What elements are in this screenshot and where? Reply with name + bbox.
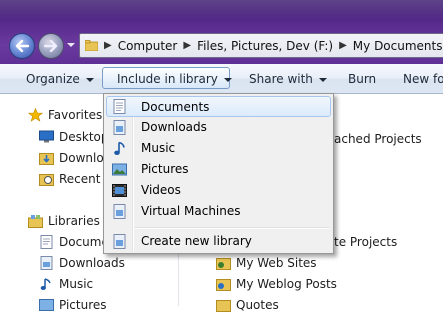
menu-item-documents-label: Documents xyxy=(141,100,210,114)
star-icon xyxy=(28,108,43,122)
new-folder-button[interactable]: New fo xyxy=(403,70,443,88)
nav-downloads-label: Downlo xyxy=(59,151,104,165)
recent-places-icon xyxy=(39,174,54,186)
breadcrumb-my-documents[interactable]: My Documents xyxy=(353,39,443,53)
documents-library-icon xyxy=(40,235,53,249)
menu-item-downloads[interactable]: Downloads xyxy=(106,117,331,138)
menu-item-virtual-machines[interactable]: Virtual Machines xyxy=(106,201,331,222)
chevron-right-icon[interactable]: ▶ xyxy=(104,40,112,51)
chevron-down-icon xyxy=(318,77,327,82)
organize-button[interactable]: Organize xyxy=(26,70,94,88)
include-in-library-button[interactable]: Include in library xyxy=(102,67,232,89)
menu-separator-highlight xyxy=(135,228,329,229)
libraries-icon xyxy=(28,215,43,228)
burn-button[interactable]: Burn xyxy=(348,70,376,88)
desktop-icon xyxy=(39,130,54,143)
downloads-library-icon xyxy=(113,120,126,135)
menu-item-create-new-library-label: Create new library xyxy=(141,234,252,248)
address-bar[interactable]: ▶ Computer ▶ Files, Pictures, Dev (F:) ▶… xyxy=(79,33,443,58)
nav-lib-pictures-label: Pictures xyxy=(59,298,107,312)
downloads-folder-icon xyxy=(39,153,54,165)
pictures-icon xyxy=(39,299,54,311)
new-library-icon xyxy=(113,234,126,249)
forward-arrow-icon xyxy=(44,40,58,52)
nav-lib-documents-label: Docume xyxy=(59,235,109,249)
music-icon xyxy=(40,278,51,290)
videos-icon xyxy=(112,184,127,197)
menu-item-pictures[interactable]: Pictures xyxy=(106,159,331,180)
recent-pages-dropdown[interactable] xyxy=(67,43,75,47)
breadcrumb-computer[interactable]: Computer xyxy=(118,39,178,53)
documents-library-icon xyxy=(113,99,126,114)
menu-item-virtual-machines-label: Virtual Machines xyxy=(141,204,241,218)
weblog-folder-icon xyxy=(216,279,231,291)
menu-item-music[interactable]: Music xyxy=(106,138,331,159)
chevron-right-icon[interactable]: ▶ xyxy=(183,40,191,51)
back-arrow-icon xyxy=(15,40,29,52)
menu-item-documents[interactable]: Documents xyxy=(106,96,331,117)
nav-favorites-label: Favorites xyxy=(48,108,103,122)
nav-libraries-label: Libraries xyxy=(48,214,100,228)
menu-item-videos[interactable]: Videos xyxy=(106,180,331,201)
list-item-label: Quotes xyxy=(236,298,279,312)
organize-label: Organize xyxy=(26,72,80,86)
command-bar: Organize Include in library Share with B… xyxy=(0,64,443,94)
menu-item-pictures-label: Pictures xyxy=(141,162,189,176)
menu-item-music-label: Music xyxy=(141,141,176,155)
folder-icon xyxy=(216,300,231,312)
share-with-button[interactable]: Share with xyxy=(249,70,327,88)
menu-item-create-new-library[interactable]: Create new library xyxy=(106,231,331,252)
include-in-library-menu: Documents Downloads Music Pictures Video… xyxy=(103,93,334,254)
chevron-right-icon[interactable]: ▶ xyxy=(339,40,347,51)
include-label: Include in library xyxy=(117,72,218,86)
forward-button[interactable] xyxy=(38,33,64,59)
nav-desktop-label: Desktop xyxy=(59,130,109,144)
music-icon xyxy=(114,141,125,155)
share-label: Share with xyxy=(249,72,313,86)
list-item-label: My Web Sites xyxy=(236,256,317,270)
back-button[interactable] xyxy=(9,33,35,59)
folder-icon xyxy=(85,40,98,51)
virtual-machines-library-icon xyxy=(113,204,126,219)
new-folder-label: New fo xyxy=(403,72,443,86)
menu-item-downloads-label: Downloads xyxy=(141,120,207,134)
list-item-label: ached Projects xyxy=(334,132,422,146)
nav-lib-music-label: Music xyxy=(59,277,94,291)
pictures-icon xyxy=(112,163,127,176)
breadcrumb-drive[interactable]: Files, Pictures, Dev (F:) xyxy=(197,39,333,53)
chevron-down-icon xyxy=(223,77,232,82)
menu-item-videos-label: Videos xyxy=(141,183,181,197)
title-bar: ▶ Computer ▶ Files, Pictures, Dev (F:) ▶… xyxy=(0,0,443,64)
title-bar-shine xyxy=(0,0,443,20)
web-folder-icon xyxy=(216,258,231,270)
list-item-label: te Projects xyxy=(334,235,398,249)
nav-lib-downloads-label: Downloads xyxy=(59,256,125,270)
list-item-label: My Weblog Posts xyxy=(236,277,337,291)
chevron-down-icon xyxy=(85,77,94,82)
burn-label: Burn xyxy=(348,72,377,86)
downloads-library-icon xyxy=(40,256,53,270)
